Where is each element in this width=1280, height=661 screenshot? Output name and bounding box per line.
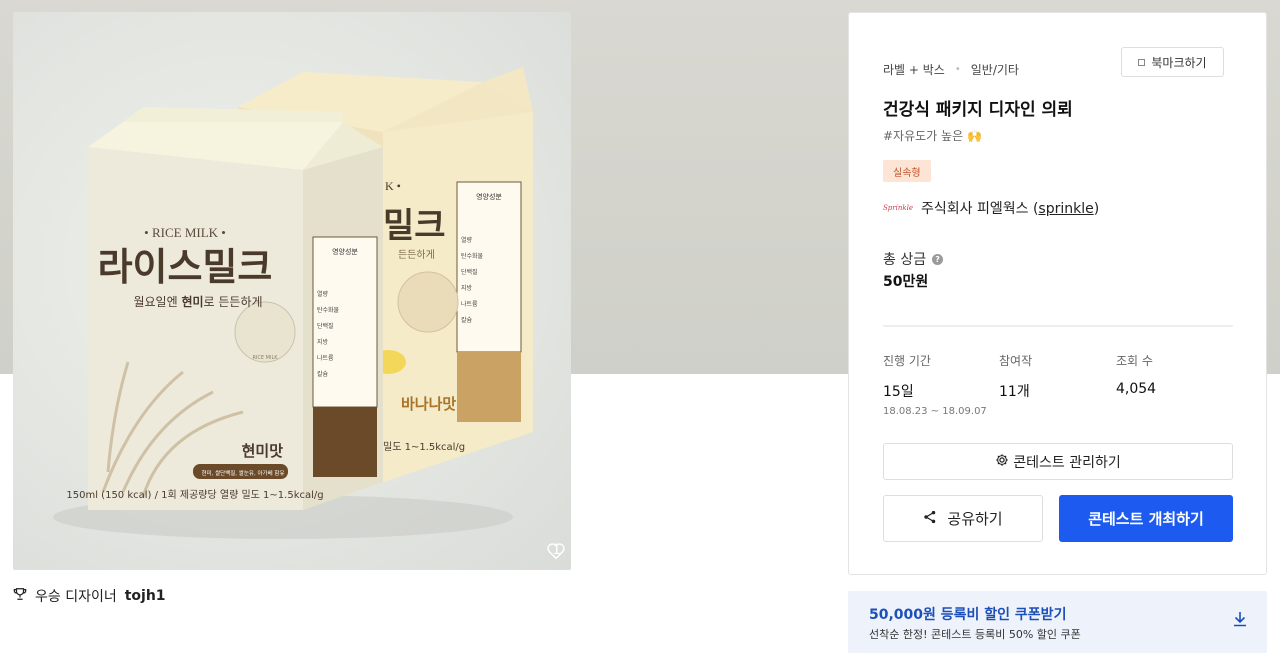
gear-icon	[995, 453, 1009, 471]
left-brand-text: • RICE MILK •	[144, 225, 226, 240]
category-label[interactable]: 라벨 + 박스	[883, 61, 945, 78]
prize-label: 총 상금 ?	[883, 249, 944, 269]
right-nutrition-title: 영양성분	[476, 192, 502, 201]
stat-period: 진행 기간 15일 18.08.23 ~ 18.09.07	[883, 354, 987, 417]
share-label: 공유하기	[947, 510, 1003, 528]
left-nutrition-row: 칼슘	[317, 370, 329, 378]
category-breadcrumb: 라벨 + 박스 • 일반/기타	[883, 61, 1019, 78]
right-nutrition-row: 칼슘	[461, 316, 473, 324]
bookmark-icon	[1138, 58, 1146, 66]
left-flavor: 현미맛	[242, 442, 284, 460]
right-nutrition-row: 나트륨	[461, 300, 478, 308]
right-brand-text: K •	[385, 179, 401, 193]
hashtag[interactable]: #자유도가 높은 🙌	[883, 127, 982, 144]
stat-views: 조회 수 4,054	[1116, 354, 1157, 397]
share-button[interactable]: 공유하기	[883, 495, 1043, 542]
company-handle-link[interactable]: sprinkle	[1038, 201, 1093, 217]
left-nutrition-row: 나트륨	[317, 354, 334, 362]
bookmark-button[interactable]: 북마크하기	[1121, 47, 1224, 77]
right-product-name: 밀크	[383, 206, 446, 246]
coupon-subtitle: 선착순 한정! 콘테스트 등록비 50% 할인 쿠폰	[869, 628, 1081, 641]
subcategory-label[interactable]: 일반/기타	[971, 61, 1019, 78]
bookmark-label: 북마크하기	[1151, 55, 1207, 70]
right-nutrition-row: 지방	[461, 284, 473, 292]
company-logo: Sprinkle	[883, 204, 913, 212]
contest-title: 건강식 패키지 디자인 의뢰	[883, 100, 1073, 120]
left-ingredients: 현미, 쌀단백질, 쌀눈유, 아가베 함유	[201, 469, 284, 477]
left-seal-text: RICE MILK	[252, 355, 278, 361]
product-illustration: • RICE MILK • 라이스밀크 월요일엔 현미로 든든하게 현미맛 현미…	[53, 67, 533, 539]
company-info: Sprinkle 주식회사 피엘웍스 (sprinkle)	[883, 198, 1099, 218]
left-nutrition-row: 단백질	[317, 322, 334, 330]
left-tagline: 월요일엔 현미로 든든하게	[133, 294, 262, 309]
divider	[883, 325, 1233, 327]
separator-dot: •	[954, 64, 961, 75]
manage-contest-button[interactable]: 콘테스트 관리하기	[883, 443, 1233, 480]
right-footer: 밀도 1~1.5kcal/g	[383, 441, 465, 453]
left-nutrition-row: 지방	[317, 338, 329, 346]
company-name: 주식회사 피엘웍스 (sprinkle)	[921, 201, 1100, 217]
right-nutrition-row: 단백질	[461, 268, 478, 276]
winner-info: 우승 디자이너 tojh1	[13, 586, 166, 606]
contest-info-panel: 라벨 + 박스 • 일반/기타 북마크하기 건강식 패키지 디자인 의뢰 #자유…	[848, 12, 1267, 575]
product-image[interactable]: • RICE MILK • 라이스밀크 월요일엔 현미로 든든하게 현미맛 현미…	[13, 12, 571, 570]
share-icon	[923, 510, 937, 528]
coupon-title: 50,000원 등록비 할인 쿠폰받기	[869, 607, 1067, 623]
left-nutrition-title: 영양성분	[332, 247, 358, 256]
right-nutrition-row: 탄수화물	[461, 252, 484, 260]
tier-badge: 실속형	[883, 160, 931, 182]
raised-hands-icon: 🙌	[967, 128, 983, 143]
manage-contest-label: 콘테스트 관리하기	[1013, 454, 1121, 471]
stat-entries: 참여작 11개	[999, 354, 1033, 400]
host-contest-button[interactable]: 콘테스트 개최하기	[1059, 495, 1233, 542]
winner-name[interactable]: tojh1	[125, 588, 166, 604]
right-tagline: 든든하게	[398, 248, 435, 261]
download-icon[interactable]	[1233, 611, 1247, 631]
left-product-name: 라이스밀크	[98, 244, 273, 289]
help-icon[interactable]: ?	[932, 253, 944, 265]
right-nutrition-row: 열량	[461, 236, 473, 244]
left-footer: 150ml (150 kcal) / 1회 제공량당 열량 밀도 1~1.5kc…	[66, 489, 323, 501]
like-button[interactable]: 1	[546, 542, 565, 560]
winner-label: 우승 디자이너	[35, 589, 117, 605]
left-nutrition-row: 탄수화물	[317, 306, 340, 314]
prize-value: 50만원	[883, 274, 929, 290]
right-flavor: 바나나맛	[401, 395, 456, 413]
hashtag-text: #자유도가 높은	[883, 129, 964, 143]
trophy-icon	[13, 587, 27, 605]
left-nutrition-row: 열량	[317, 290, 329, 298]
coupon-banner[interactable]: 50,000원 등록비 할인 쿠폰받기 선착순 한정! 콘테스트 등록비 50%…	[848, 591, 1267, 653]
